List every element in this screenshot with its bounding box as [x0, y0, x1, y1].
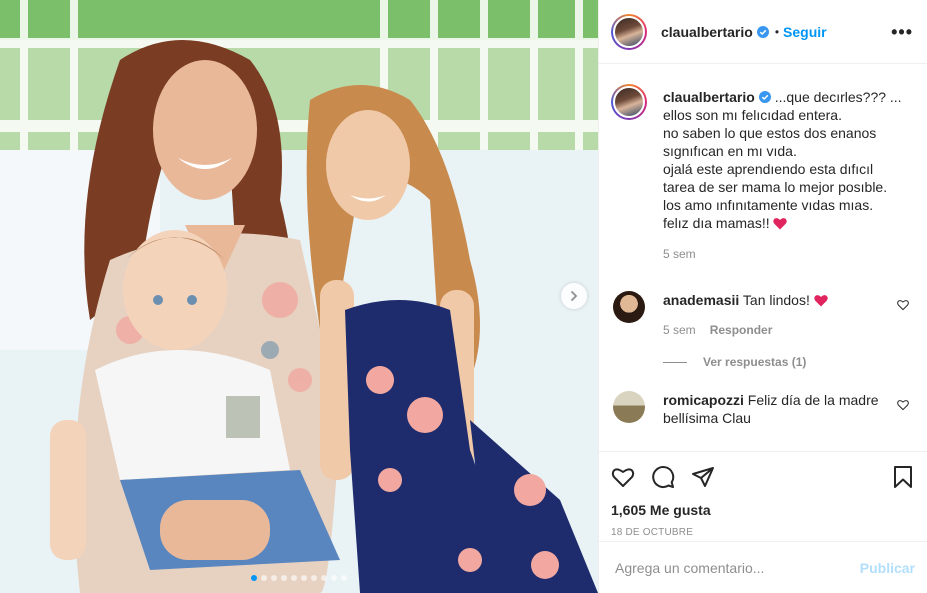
carousel-dot [261, 575, 267, 581]
carousel-dot [291, 575, 297, 581]
carousel-dot [251, 575, 257, 581]
instagram-post-view: claualbertario • Seguir ••• claualbertar… [0, 0, 927, 593]
verified-badge-icon [756, 25, 769, 38]
carousel-indicator [0, 575, 598, 581]
share-icon[interactable] [691, 465, 715, 489]
heart-outline-icon[interactable] [611, 465, 635, 489]
view-replies-button[interactable]: Ver respuestas (1) [663, 355, 915, 369]
red-heart-emoji [773, 218, 788, 230]
heart-outline-icon[interactable] [897, 299, 909, 311]
post-date[interactable]: 18 DE OCTUBRE [611, 527, 915, 538]
comment-icon[interactable] [651, 465, 675, 489]
verified-badge-icon [758, 91, 771, 103]
follow-button[interactable]: Seguir [783, 24, 827, 40]
family-photo-illustration [0, 0, 598, 593]
carousel-dot [311, 575, 317, 581]
caption-text: ...que decırles??? ... ellos son mı felı… [663, 89, 902, 231]
post-actions: 1,605 Me gusta 18 DE OCTUBRE Publicar [599, 451, 927, 593]
commenter-avatar[interactable] [613, 391, 645, 423]
commenter-avatar[interactable] [613, 291, 645, 323]
comment-body: romicapozzi Feliz día de la madre bellís… [663, 391, 915, 427]
commenter-username[interactable]: romicapozzi [663, 392, 744, 408]
carousel-dot [341, 575, 347, 581]
post-photo[interactable] [0, 0, 598, 593]
caption-username[interactable]: claualbertario [663, 89, 755, 105]
next-photo-button[interactable] [561, 283, 587, 309]
publish-button[interactable]: Publicar [860, 560, 915, 576]
comment-meta: 5 sem Responder [663, 321, 828, 339]
carousel-dot [281, 575, 287, 581]
comment-row: romicapozzi Feliz día de la madre bellís… [611, 391, 915, 427]
bookmark-icon[interactable] [891, 465, 915, 489]
post-header: claualbertario • Seguir ••• [599, 0, 927, 64]
chevron-right-icon [571, 291, 578, 301]
post-side-panel: claualbertario • Seguir ••• claualbertar… [598, 0, 927, 593]
carousel-dot [331, 575, 337, 581]
caption-body: claualbertario ...que decırles??? ... el… [663, 88, 902, 263]
add-comment-bar: Publicar [599, 541, 927, 593]
comments-section: claualbertario ...que decırles??? ... el… [599, 64, 927, 451]
separator-dot: • [774, 24, 780, 39]
reply-button[interactable]: Responder [710, 323, 773, 337]
comment-time[interactable]: 5 sem [663, 323, 696, 337]
caption-time[interactable]: 5 sem [663, 247, 696, 261]
caption-avatar[interactable] [611, 84, 647, 120]
commenter-username[interactable]: anademasii [663, 292, 739, 308]
likes-count[interactable]: 1,605 Me gusta [611, 502, 915, 518]
view-replies-label: Ver respuestas (1) [703, 355, 807, 369]
author-avatar[interactable] [611, 13, 647, 50]
more-options-icon[interactable]: ••• [891, 23, 913, 41]
heart-outline-icon[interactable] [897, 399, 909, 411]
red-heart-emoji [814, 295, 828, 307]
replies-divider [663, 361, 687, 363]
author-username[interactable]: claualbertario [661, 24, 753, 40]
action-icons [611, 462, 915, 492]
carousel-dot [301, 575, 307, 581]
caption-row: claualbertario ...que decırles??? ... el… [611, 84, 915, 263]
comment-text: Tan lindos! [742, 292, 810, 308]
comment-body: anademasii Tan lindos! 5 sem Responder [663, 291, 852, 339]
caption-meta: 5 sem [663, 245, 902, 263]
carousel-dot [271, 575, 277, 581]
comment-row: anademasii Tan lindos! 5 sem Responder [611, 291, 915, 339]
carousel-dot [321, 575, 327, 581]
comment-input[interactable] [615, 559, 860, 576]
